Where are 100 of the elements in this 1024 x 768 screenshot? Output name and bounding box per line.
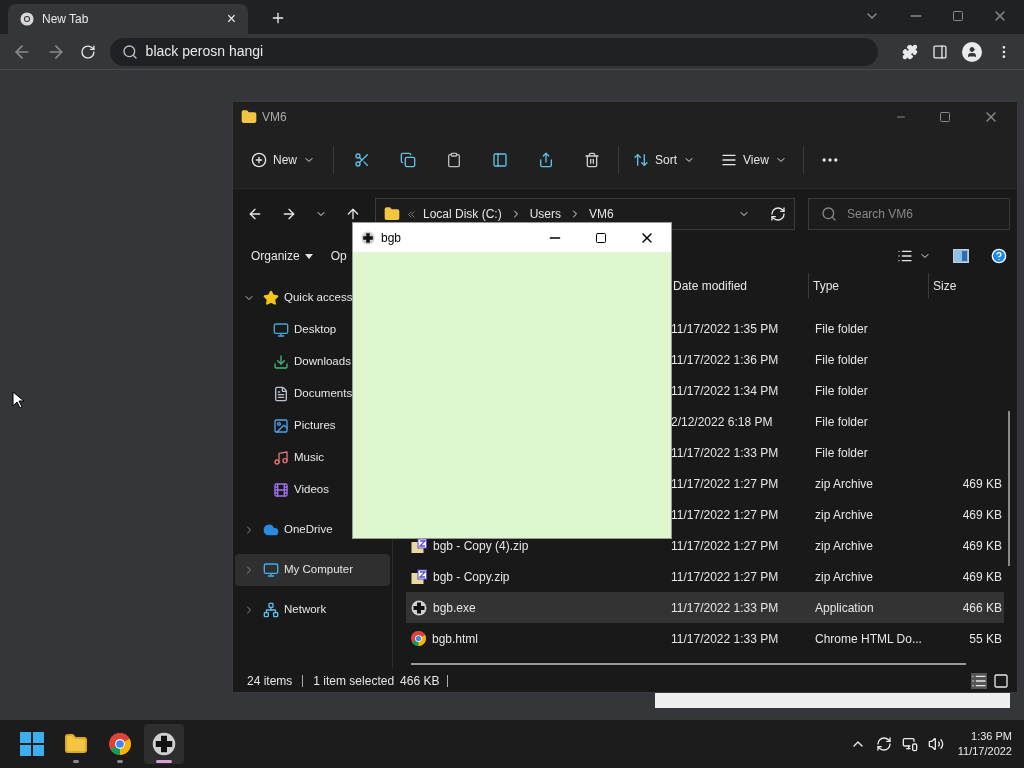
search-field[interactable]: Search VM6 <box>808 198 1010 230</box>
music-icon <box>273 450 289 466</box>
file-name: bgb.html <box>432 630 479 648</box>
nav-label: Pictures <box>294 418 336 434</box>
search-icon <box>821 206 837 222</box>
file-row[interactable]: bgb.html 11/17/2022 1:33 PM Chrome HTML Do... 55 KB <box>406 623 1004 654</box>
nav-item[interactable]: Videos <box>235 474 329 506</box>
file-row[interactable]: 11/17/2022 1:36 PM File folder <box>669 344 1004 375</box>
start-button[interactable] <box>20 732 44 756</box>
back-button[interactable] <box>247 206 263 222</box>
type-cell-text: zip Archive <box>814 506 875 524</box>
nav-item[interactable]: Music <box>235 442 325 474</box>
chrome-icon <box>411 631 426 646</box>
date-cell-text: 11/17/2022 1:33 PM <box>670 444 780 462</box>
nav-label: Videos <box>294 482 329 498</box>
reload-button[interactable] <box>79 43 96 60</box>
nav-label: OneDrive <box>284 522 333 538</box>
type-cell-text: zip Archive <box>814 475 875 493</box>
delete-icon[interactable] <box>584 152 600 168</box>
lines-icon <box>721 152 738 168</box>
restore-button[interactable] <box>952 10 964 22</box>
cloud-icon <box>263 522 279 538</box>
file-row[interactable]: 11/17/2022 1:34 PM File folder <box>669 375 1004 406</box>
file-name: bgb - Copy (4).zip <box>433 537 529 555</box>
details-view-icon[interactable] <box>971 672 987 689</box>
sort-button[interactable]: Sort <box>633 151 696 169</box>
date-cell-text: 11/17/2022 1:27 PM <box>670 568 780 586</box>
taskbar-app[interactable] <box>144 724 184 764</box>
nav-item[interactable]: Quick access <box>235 282 353 314</box>
type-cell-text: Application <box>814 599 875 617</box>
organize-button[interactable]: Organize <box>251 247 313 265</box>
dpad-icon <box>411 599 427 616</box>
file-name: bgb - Copy.zip <box>433 568 510 586</box>
nav-label: Downloads <box>294 354 351 370</box>
extensions-icon[interactable] <box>902 43 919 60</box>
open-button[interactable]: Op <box>330 247 347 265</box>
double-chevron-icon <box>408 210 415 218</box>
copy-icon[interactable] <box>400 152 416 168</box>
profile-avatar[interactable] <box>962 41 983 62</box>
file-name: bgb.exe <box>433 599 476 617</box>
star-icon <box>263 290 279 306</box>
breadcrumb[interactable]: Users <box>529 205 562 223</box>
view-button[interactable]: View <box>721 151 787 169</box>
address-bar[interactable]: black perosn hangi <box>109 37 879 66</box>
column-header[interactable]: Type <box>809 273 929 298</box>
computer-icon <box>263 562 279 578</box>
file-row[interactable]: 11/17/2022 1:35 PM File folder <box>669 313 1004 344</box>
side-panel-icon[interactable] <box>932 43 949 60</box>
refresh-icon[interactable] <box>770 206 786 222</box>
column-header[interactable]: Size <box>929 273 1004 298</box>
new-tab-button[interactable] <box>270 10 286 26</box>
file-row[interactable]: 11/17/2022 1:27 PM zip Archive 469 KB <box>669 499 1004 530</box>
volume-icon[interactable] <box>927 736 944 752</box>
file-row[interactable]: 2/12/2022 6:18 PM File folder <box>669 406 1004 437</box>
preview-pane-icon[interactable] <box>953 249 969 263</box>
status-text: 466 KB <box>400 672 440 690</box>
folder-icon <box>64 732 88 756</box>
date-cell-text: 11/17/2022 1:33 PM <box>670 630 780 648</box>
sync-icon[interactable] <box>875 736 892 752</box>
nav-item[interactable]: Downloads <box>235 346 351 378</box>
nav-item[interactable]: Documents <box>235 378 353 410</box>
clock-time[interactable]: 1:36 PM <box>971 729 1012 744</box>
cut-icon[interactable] <box>354 152 370 168</box>
horizontal-scrollbar[interactable] <box>411 663 966 665</box>
nav-item[interactable]: Pictures <box>235 410 336 442</box>
large-icons-view-icon[interactable] <box>993 672 1009 689</box>
network-icon <box>263 602 279 618</box>
file-row[interactable]: bgb - Copy.zip 11/17/2022 1:27 PM zip Archive 469 KB <box>406 561 1004 592</box>
nav-item[interactable]: OneDrive <box>235 514 333 546</box>
date-cell-text: 11/17/2022 1:27 PM <box>670 537 780 555</box>
file-row[interactable]: bgb.exe 11/17/2022 1:33 PM Application 466 KB <box>406 592 1004 623</box>
window-title: VM6 <box>262 109 287 126</box>
maximize-button[interactable] <box>595 231 607 244</box>
paste-icon[interactable] <box>446 152 462 168</box>
file-row[interactable]: 11/17/2022 1:27 PM zip Archive 469 KB <box>669 468 1004 499</box>
vertical-scrollbar[interactable] <box>1008 411 1010 566</box>
nav-item[interactable]: Network <box>235 594 327 626</box>
clock-date[interactable]: 11/17/2022 <box>957 744 1012 759</box>
nav-item[interactable]: My Computer <box>235 554 390 586</box>
nav-item[interactable]: Desktop <box>235 314 337 346</box>
new-button[interactable]: New <box>251 151 315 169</box>
type-cell-text: Chrome HTML Do... <box>814 630 923 648</box>
share-icon[interactable] <box>538 152 554 168</box>
view-options-icon[interactable] <box>897 248 913 264</box>
network-status-icon[interactable] <box>901 736 918 752</box>
sort-icon <box>633 152 649 168</box>
breadcrumb[interactable]: VM6 <box>589 205 614 223</box>
help-icon[interactable] <box>991 248 1007 264</box>
close-tab-button[interactable]: × <box>226 11 236 27</box>
breadcrumb[interactable]: Local Disk (C:) <box>423 205 502 223</box>
dpad-icon <box>361 230 375 245</box>
up-button[interactable] <box>345 206 361 222</box>
chrome-icon <box>109 733 131 755</box>
folder-icon <box>241 109 257 125</box>
chrome-icon <box>20 12 34 26</box>
size-cell-text: 469 KB <box>962 506 1002 524</box>
forward-button[interactable] <box>281 206 297 222</box>
browser-tab[interactable]: New Tab × <box>8 4 248 34</box>
zip-file-icon <box>411 568 427 585</box>
file-row[interactable]: 11/17/2022 1:33 PM File folder <box>669 437 1004 468</box>
